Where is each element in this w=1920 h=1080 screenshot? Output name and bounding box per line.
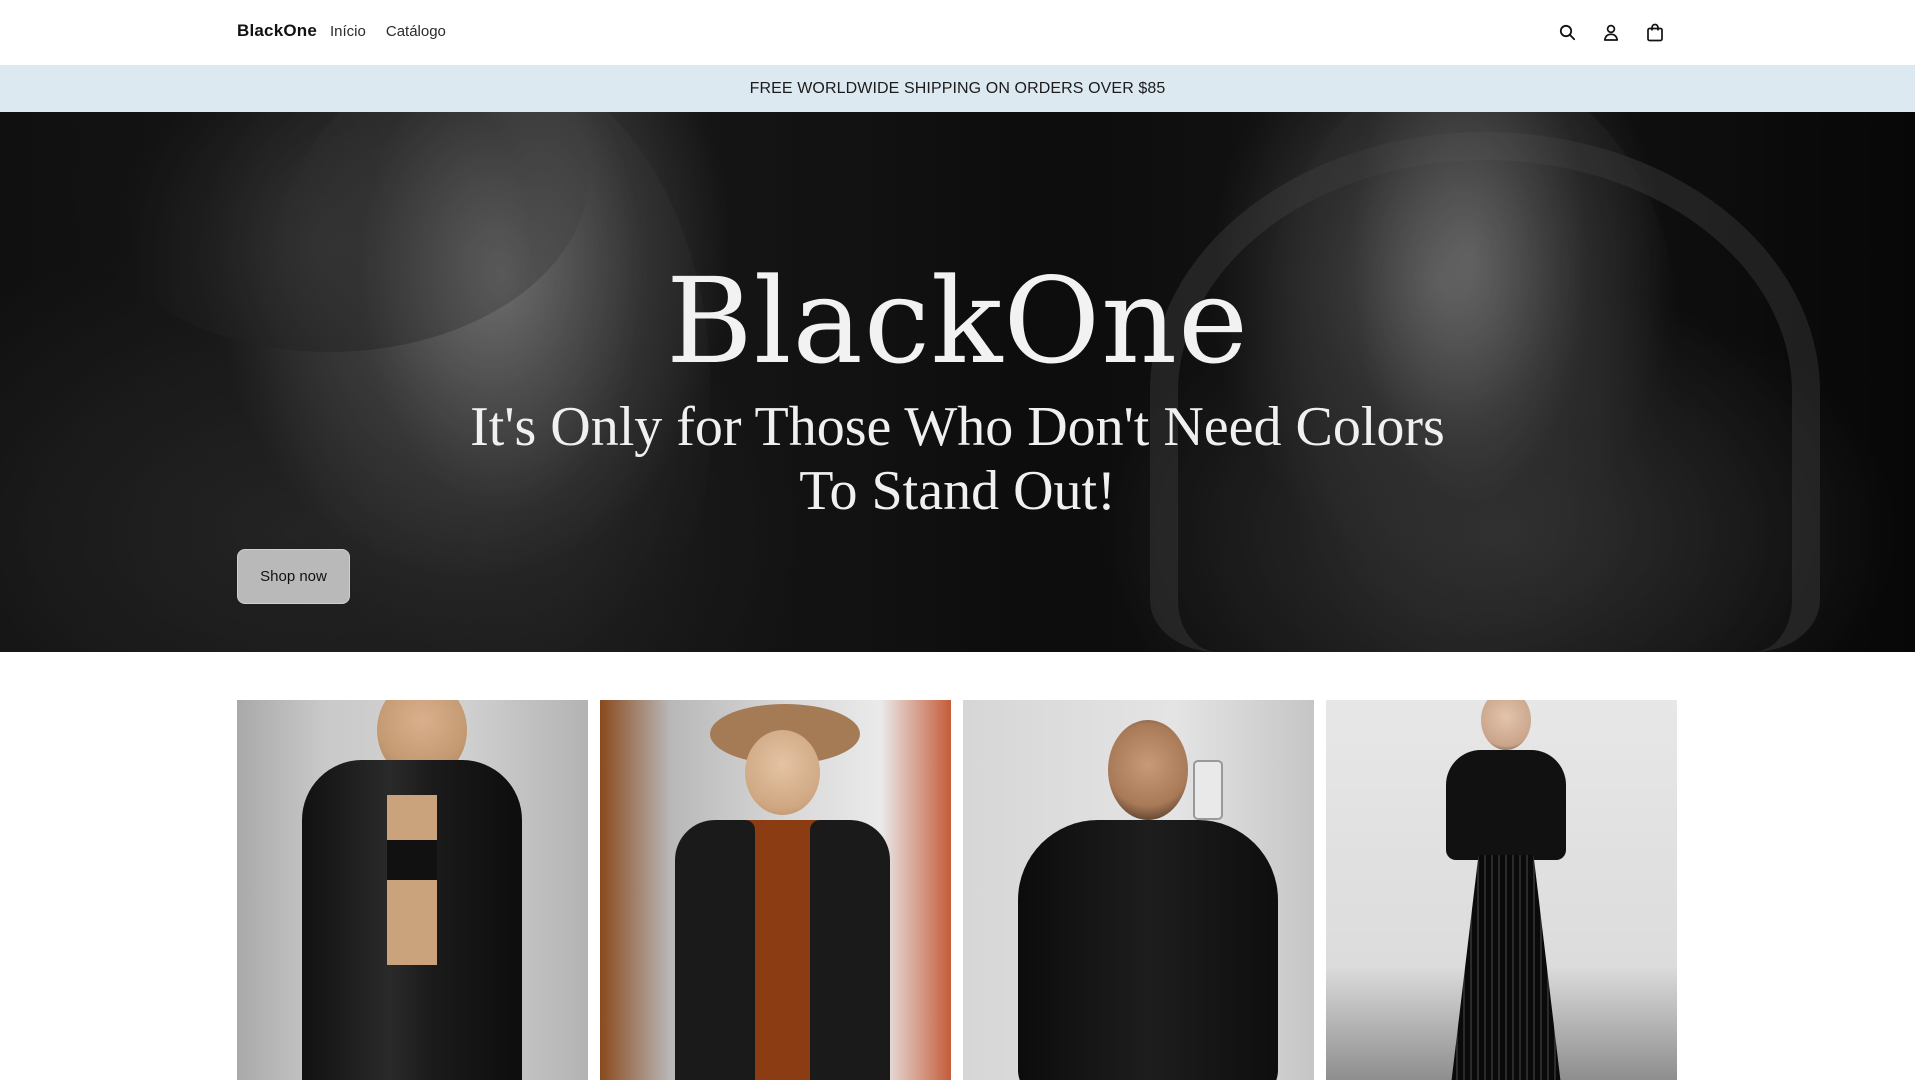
hero-banner: BlackOne It's Only for Those Who Don't N… (0, 112, 1915, 652)
announcement-text: FREE WORLDWIDE SHIPPING ON ORDERS OVER $… (749, 80, 1166, 97)
main-nav: Início Catálogo (330, 23, 446, 40)
shop-now-button[interactable]: Shop now (237, 549, 350, 604)
product-card-blazer[interactable] (237, 700, 588, 1080)
product-card-jacket[interactable] (963, 700, 1314, 1080)
hero-title: BlackOne (666, 252, 1249, 390)
product-image-blazer (292, 700, 532, 1080)
brand-logo[interactable]: BlackOne (237, 21, 317, 41)
nav-link-inicio[interactable]: Início (330, 23, 366, 40)
announcement-bar: FREE WORLDWIDE SHIPPING ON ORDERS OVER $… (0, 66, 1915, 112)
account-icon[interactable] (1600, 20, 1622, 44)
header-icons (1556, 20, 1666, 44)
nav-link-catalogo[interactable]: Catálogo (386, 23, 446, 40)
hero-subtitle-line2: To Stand Out! (799, 460, 1116, 522)
hero-subtitle: It's Only for Those Who Don't Need Color… (0, 395, 1915, 523)
search-icon[interactable] (1556, 20, 1578, 44)
product-image-dress (1426, 700, 1586, 1080)
product-card-dress[interactable] (1326, 700, 1677, 1080)
product-card-vest[interactable] (600, 700, 951, 1080)
site-header: BlackOne Início Catálogo (0, 0, 1915, 66)
hero-subtitle-line1: It's Only for Those Who Don't Need Color… (470, 396, 1445, 458)
product-image-jacket (998, 720, 1298, 1080)
product-image-vest (670, 700, 890, 1080)
product-grid (237, 700, 1677, 1080)
cart-icon[interactable] (1644, 20, 1666, 44)
